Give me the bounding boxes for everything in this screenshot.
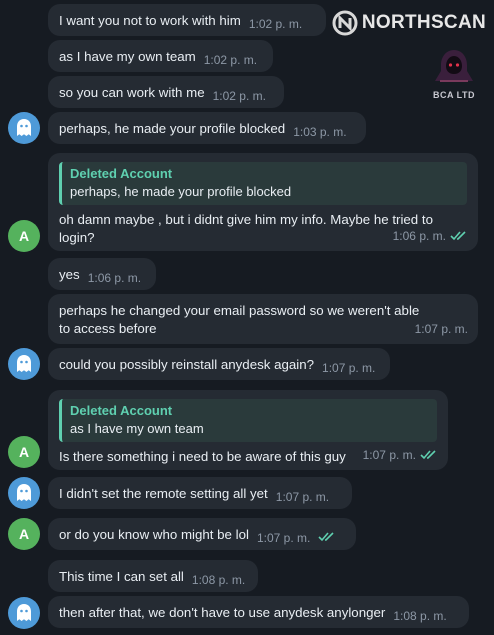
reply-author: Deleted Account — [70, 166, 173, 181]
contact-avatar[interactable] — [8, 597, 40, 629]
double-check-icon — [420, 450, 438, 460]
contact-avatar[interactable] — [8, 112, 40, 144]
message-time: 1:07 p. m. — [256, 531, 311, 545]
user-avatar[interactable]: A — [8, 518, 40, 550]
message-text: This time I can set all — [59, 569, 184, 584]
message-time: 1:07 p. m. — [414, 322, 468, 336]
double-check-icon — [450, 231, 468, 241]
message-text: could you possibly reinstall anydesk aga… — [59, 357, 315, 372]
avatar-letter: A — [18, 444, 30, 460]
message-time: 1:08 p. m. — [393, 609, 447, 623]
message-bubble[interactable]: as I have my own team 1:02 p. m. — [48, 40, 273, 72]
message-bubble[interactable]: This time I can set all 1:08 p. m. — [48, 560, 258, 592]
user-avatar[interactable]: A — [8, 220, 40, 252]
ghost-icon — [17, 355, 31, 372]
northscan-logo: NORTHSCAN — [332, 10, 486, 36]
message-time: 1:07 p. m. — [275, 490, 330, 504]
message-time: 1:06 p. m. — [392, 229, 446, 243]
message-bubble[interactable]: perhaps he changed your email password s… — [48, 294, 478, 344]
bca-text: BCA LTD — [433, 90, 475, 100]
message-time: 1:02 p. m. — [203, 53, 258, 67]
message-time: 1:03 p. m. — [293, 125, 347, 139]
reply-text: perhaps, he made your profile blocked — [70, 184, 292, 199]
message-time: 1:07 p. m. — [322, 361, 376, 375]
message-time: 1:08 p. m. — [191, 573, 246, 587]
message-text: or do you know who might be lol — [59, 527, 249, 542]
ghost-icon — [17, 484, 31, 501]
chat-area[interactable]: I want you not to work with him 1:02 p. m… — [0, 0, 494, 635]
message-time: 1:02 p. m. — [248, 17, 303, 31]
message-bubble[interactable]: or do you know who might be lol 1:07 p. m… — [48, 518, 356, 550]
double-check-icon — [318, 532, 336, 542]
message-bubble[interactable]: Deleted Account perhaps, he made your pr… — [48, 153, 478, 251]
avatar-letter: A — [18, 526, 30, 542]
ghost-icon — [17, 119, 31, 136]
message-text: as I have my own team — [59, 49, 196, 64]
ghost-icon — [17, 604, 31, 621]
message-time: 1:02 p. m. — [212, 89, 266, 103]
message-text: so you can work with me — [59, 85, 205, 100]
reply-quote[interactable]: Deleted Account as I have my own team — [59, 399, 437, 442]
hooded-figure-icon — [435, 50, 473, 82]
message-bubble[interactable]: then after that, we don't have to use an… — [48, 596, 469, 628]
user-avatar[interactable]: A — [8, 436, 40, 468]
northscan-emblem-icon — [332, 10, 358, 36]
message-text: perhaps, he made your profile blocked — [59, 121, 286, 136]
message-text: then after that, we don't have to use an… — [59, 605, 386, 620]
reply-quote[interactable]: Deleted Account perhaps, he made your pr… — [59, 162, 467, 205]
reply-text: as I have my own team — [70, 421, 204, 436]
message-time: 1:07 p. m. — [362, 448, 416, 462]
message-time: 1:06 p. m. — [87, 271, 142, 285]
message-text: I didn't set the remote setting all yet — [59, 486, 268, 501]
message-bubble[interactable]: yes 1:06 p. m. — [48, 258, 156, 290]
contact-avatar[interactable] — [8, 348, 40, 380]
message-bubble[interactable]: Deleted Account as I have my own team Is… — [48, 390, 448, 470]
logo-text: NORTHSCAN — [361, 12, 486, 33]
message-text: I want you not to work with him — [59, 13, 241, 28]
message-bubble[interactable]: I want you not to work with him 1:02 p. m… — [48, 4, 326, 36]
reply-author: Deleted Account — [70, 403, 173, 418]
message-bubble[interactable]: could you possibly reinstall anydesk aga… — [48, 348, 390, 380]
contact-avatar[interactable] — [8, 477, 40, 509]
avatar-letter: A — [18, 228, 30, 244]
message-text: yes — [59, 267, 80, 282]
bca-badge: BCA LTD — [426, 48, 482, 100]
message-text: perhaps he changed your email password s… — [59, 303, 420, 336]
message-bubble[interactable]: perhaps, he made your profile blocked 1:0… — [48, 112, 366, 144]
message-bubble[interactable]: so you can work with me 1:02 p. m. — [48, 76, 284, 108]
message-bubble[interactable]: I didn't set the remote setting all yet 1… — [48, 477, 352, 509]
